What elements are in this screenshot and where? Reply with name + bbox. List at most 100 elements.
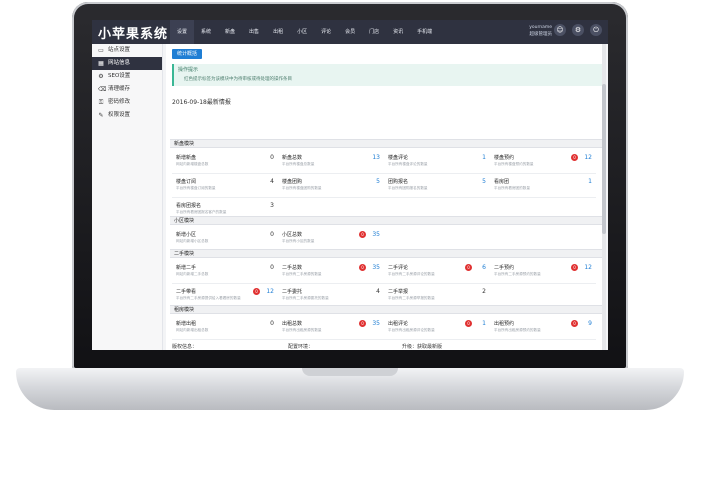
stat-value[interactable]: 3	[270, 202, 274, 209]
stat-cell[interactable]: 出租总数 平台所有出租房源的数量 35 0	[278, 317, 384, 340]
stat-desc: 平台所有二手房源委托的数量	[282, 296, 329, 300]
stat-value[interactable]: 12	[584, 264, 592, 271]
sidebar: ▭ 站点设置 ▦ 网站信息 ⚙ SEO设置 ⌫ 清理缓存 ⚿ 密码修改 ✎ 权限设置	[92, 44, 163, 350]
section-title: 二手模块	[170, 249, 602, 258]
nav-item-0[interactable]: 设置	[170, 20, 195, 44]
stat-cell[interactable]: 楼盘团购 平台所有楼盘团购的数量 5	[278, 175, 384, 198]
power-icon[interactable]: ⏻	[590, 24, 602, 36]
stat-name: 二手评论	[388, 265, 409, 271]
stat-value[interactable]: 4	[270, 178, 274, 185]
sidebar-item-2[interactable]: ⚙ SEO设置	[92, 70, 162, 83]
stat-cell[interactable]: 二手总数 平台所有二手房源的数量 35 0	[278, 261, 384, 284]
stat-cell[interactable]: 二手预约 平台所有二手房源预约的数量 12 0	[490, 261, 596, 284]
scrollbar[interactable]	[602, 44, 606, 350]
stat-cell[interactable]: 楼盘预约 平台所有楼盘预约的数量 12 0	[490, 151, 596, 174]
stat-cell[interactable]: 楼盘评论 平台所有楼盘评论的数量 1	[384, 151, 490, 174]
stat-value[interactable]: 12	[584, 154, 592, 161]
stat-value[interactable]: 2	[482, 288, 486, 295]
pending-badge[interactable]: 0	[465, 320, 472, 327]
nav-item-9[interactable]: 资讯	[386, 20, 410, 44]
nav-item-3[interactable]: 出售	[242, 20, 266, 44]
stat-name: 新增出租	[176, 321, 197, 327]
sidebar-item-3[interactable]: ⌫ 清理缓存	[92, 83, 162, 96]
stat-value[interactable]: 0	[270, 154, 274, 161]
date-title: 2016-09-18最新情报	[172, 99, 231, 106]
pending-badge[interactable]: 0	[571, 320, 578, 327]
stats-overview-button[interactable]: 统计概括	[172, 49, 203, 59]
stat-name: 楼盘团购	[282, 179, 303, 185]
stat-desc: 平台所有团购报名的数量	[388, 186, 428, 190]
stat-cell[interactable]: 团购报名 平台所有团购报名的数量 5	[384, 175, 490, 198]
stat-value[interactable]: 6	[482, 264, 486, 271]
user-icon[interactable]: ☺	[554, 24, 566, 36]
stat-cell[interactable]: 出租预约 平台所有出租房源预约的数量 9 0	[490, 317, 596, 340]
stat-value[interactable]: 0	[270, 264, 274, 271]
stat-cell[interactable]: 新增小区 网站内新增小区总数 0	[172, 228, 278, 251]
nav-item-8[interactable]: 门店	[362, 20, 386, 44]
stat-name: 看房团	[494, 179, 510, 185]
stat-cell[interactable]: 出租评论 平台所有出租房源评论的数量 1 0	[384, 317, 490, 340]
screen: 小苹果系统 设置 系统 新盘 出售 出租 小区 评论 会员 门店 资讯 手机端 yourname 超…	[92, 20, 608, 350]
settings-icon[interactable]: ⚙	[572, 24, 584, 36]
stat-cell[interactable]: 新增新盘 网站内新增楼盘总数 0	[172, 151, 278, 174]
nav-item-2[interactable]: 新盘	[218, 20, 242, 44]
stat-value[interactable]: 35	[372, 320, 380, 327]
nav-item-10[interactable]: 手机端	[410, 20, 439, 44]
footer-line[interactable]: 升级：获取最新版	[402, 342, 472, 350]
stat-value[interactable]: 5	[376, 178, 380, 185]
pending-badge[interactable]: 0	[571, 154, 578, 161]
stat-name: 楼盘订阅	[176, 179, 197, 185]
stat-value[interactable]: 35	[372, 231, 380, 238]
nav-item-6[interactable]: 评论	[314, 20, 338, 44]
stat-cell[interactable]: 二手评论 平台所有二手房源评论的数量 6 0	[384, 261, 490, 284]
user-role: 超级管理员	[529, 32, 553, 37]
scroll-thumb[interactable]	[602, 84, 606, 234]
stat-value[interactable]: 1	[482, 154, 486, 161]
sidebar-item-label: 清理缓存	[108, 86, 131, 92]
stat-value[interactable]: 13	[372, 154, 380, 161]
stat-value[interactable]: 5	[482, 178, 486, 185]
sidebar-item-1[interactable]: ▦ 网站信息	[92, 57, 162, 70]
stat-value[interactable]: 4	[376, 288, 380, 295]
stat-name: 楼盘预约	[494, 155, 515, 161]
sidebar-item-0[interactable]: ▭ 站点设置	[92, 44, 162, 57]
sidebar-item-5[interactable]: ✎ 权限设置	[92, 109, 162, 122]
stat-cell[interactable]: 楼盘订阅 平台所有楼盘订阅的数量 4	[172, 175, 278, 198]
stat-cell[interactable]: 看房团 平台所有看房团的数量 1	[490, 175, 596, 198]
footer-text: 配置环境：	[288, 344, 314, 350]
stat-cell[interactable]: 新增出租 网站内新增出租总数 0	[172, 317, 278, 340]
pending-badge[interactable]: 0	[359, 264, 366, 271]
stat-name: 团购报名	[388, 179, 409, 185]
stat-cell[interactable]: 小区总数 平台所有小区的数量 35 0	[278, 228, 384, 251]
nav-item-5[interactable]: 小区	[290, 20, 314, 44]
stat-value[interactable]: 1	[588, 178, 592, 185]
nav-item-4[interactable]: 出租	[266, 20, 290, 44]
nav-item-1[interactable]: 系统	[194, 20, 218, 44]
monitor-icon: ▭	[98, 47, 104, 54]
tip-title: 操作提示	[178, 67, 199, 73]
stat-desc: 网站内新增二手总数	[176, 272, 209, 276]
user-info[interactable]: yourname 超级管理员	[529, 24, 552, 38]
footer-text: 版权信息：	[172, 344, 198, 350]
pending-badge[interactable]: 0	[359, 320, 366, 327]
stat-value[interactable]: 12	[266, 288, 274, 295]
top-icons: ☺ ⚙ ⏻	[554, 24, 602, 36]
stat-cell[interactable]: 新增二手 网站内新增二手总数 0	[172, 261, 278, 284]
sidebar-item-label: 网站信息	[108, 60, 131, 66]
pending-badge[interactable]: 0	[253, 288, 260, 295]
stat-value[interactable]: 35	[372, 264, 380, 271]
pending-badge[interactable]: 0	[465, 264, 472, 271]
stat-value[interactable]: 0	[270, 231, 274, 238]
stat-value[interactable]: 0	[270, 320, 274, 327]
sidebar-item-4[interactable]: ⚿ 密码修改	[92, 96, 162, 109]
nav-item-7[interactable]: 会员	[338, 20, 362, 44]
stat-name: 二手预约	[494, 265, 515, 271]
stat-cell[interactable]: 新盘总数 平台所有楼盘总数量 13	[278, 151, 384, 174]
footer-line: 配置环境：	[288, 342, 356, 350]
stat-value[interactable]: 9	[588, 320, 592, 327]
sidebar-item-label: 站点设置	[108, 47, 131, 53]
footer-col2: 配置环境：php5.4,apache,mysql,zend在线客服：QQ交谈	[288, 342, 356, 350]
pending-badge[interactable]: 0	[571, 264, 578, 271]
stat-value[interactable]: 1	[482, 320, 486, 327]
pending-badge[interactable]: 0	[359, 231, 366, 238]
